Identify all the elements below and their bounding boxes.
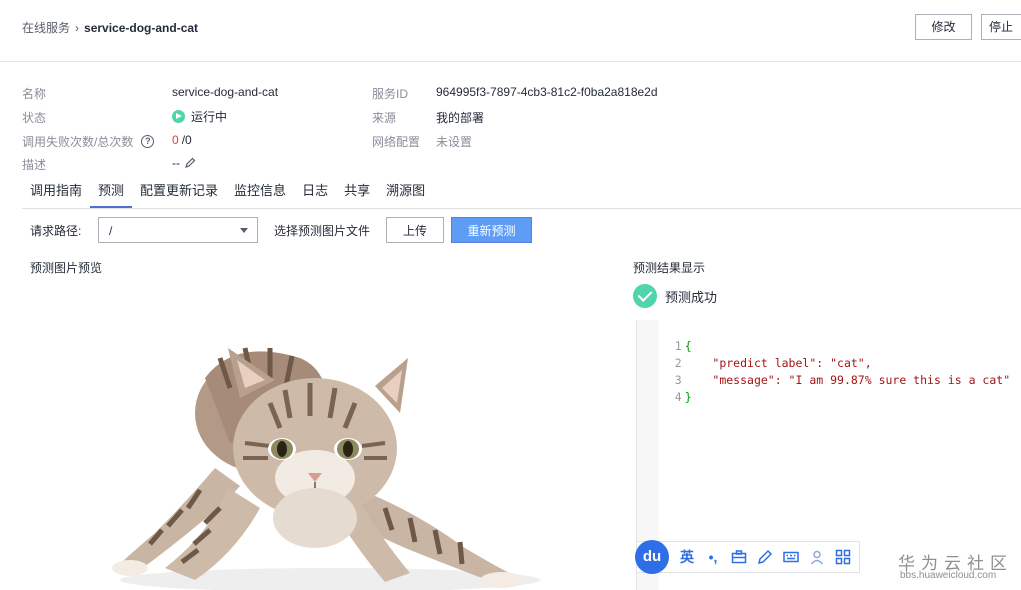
tab-call-guide[interactable]: 调用指南 (22, 177, 90, 208)
network-label: 网络配置 (372, 135, 421, 149)
calls-total-count: /0 (181, 133, 192, 147)
tab-config-history[interactable]: 配置更新记录 (132, 177, 226, 208)
breadcrumb-separator: › (75, 20, 80, 35)
request-path-label: 请求路径: (30, 224, 82, 238)
status-label: 状态 (22, 111, 47, 125)
upload-button[interactable]: 上传 (386, 217, 444, 243)
prediction-success: 预测成功 (633, 284, 717, 308)
tab-share[interactable]: 共享 (336, 177, 378, 208)
code-line: 4} (637, 372, 692, 404)
tab-lineage[interactable]: 溯源图 (378, 177, 433, 208)
status-value: 运行中 (172, 108, 227, 125)
code-line: 2 "predict label": "cat", (637, 338, 872, 370)
stop-button[interactable]: 停止 (981, 14, 1021, 40)
page-header: 在线服务 › service-dog-and-cat 修改 停止 (0, 0, 1021, 62)
request-path-select[interactable]: / (98, 217, 258, 243)
pen-icon[interactable] (757, 549, 773, 565)
code-line: 1{ (637, 321, 692, 353)
service-id-value: 964995f3-7897-4cb3-81c2-f0ba2a818e2d (436, 85, 658, 99)
tab-monitoring[interactable]: 监控信息 (226, 177, 294, 208)
calls-fail-count: 0 (172, 133, 179, 147)
chevron-down-icon (240, 228, 248, 233)
check-circle-icon (633, 284, 657, 308)
code-line-text: "message": "I am 99.87% sure this is a c… (684, 373, 1011, 387)
calls-label: 调用失败次数/总次数 ? (22, 133, 155, 150)
status-text: 运行中 (191, 110, 228, 124)
running-icon (172, 110, 185, 123)
calls-value: 0 /0 (172, 133, 192, 147)
name-value: service-dog-and-cat (172, 85, 279, 99)
ime-logo[interactable]: du (635, 540, 669, 574)
edit-icon[interactable] (184, 157, 196, 169)
code-line-text: } (684, 390, 692, 404)
ime-language-toggle[interactable]: 英 (679, 549, 695, 565)
keyboard-icon[interactable] (783, 549, 799, 565)
service-id-label: 服务ID (372, 87, 409, 101)
repredict-button[interactable]: 重新预测 (451, 217, 532, 243)
description-text: -- (172, 156, 180, 170)
toolbox-icon[interactable] (731, 549, 747, 565)
user-icon[interactable] (809, 549, 825, 565)
grid-menu-icon[interactable] (835, 549, 851, 565)
network-value: 未设置 (436, 135, 473, 149)
request-path-value: / (109, 224, 113, 238)
breadcrumb-current: service-dog-and-cat (84, 20, 199, 35)
ime-toolbar[interactable]: du 英 •, (635, 540, 860, 574)
ime-punctuation-toggle[interactable]: •, (705, 549, 721, 565)
tab-predict[interactable]: 预测 (90, 177, 133, 208)
tab-logs[interactable]: 日志 (294, 177, 336, 208)
breadcrumb-parent-link[interactable]: 在线服务 (22, 19, 70, 36)
select-file-label: 选择预测图片文件 (274, 224, 371, 238)
source-label: 来源 (372, 111, 397, 125)
watermark-url: bbs.huaweicloud.com (900, 570, 997, 581)
result-title: 预测结果显示 (633, 261, 706, 275)
line-number: 4 (674, 390, 682, 404)
code-line: 3 "message": "I am 99.87% sure this is a… (637, 355, 1010, 387)
breadcrumb: 在线服务 › service-dog-and-cat (22, 19, 198, 36)
source-value: 我的部署 (436, 111, 485, 125)
modify-button[interactable]: 修改 (915, 14, 972, 40)
tab-bar: 调用指南 预测 配置更新记录 监控信息 日志 共享 溯源图 (22, 177, 1021, 209)
success-text: 预测成功 (665, 289, 718, 305)
description-label: 描述 (22, 158, 47, 172)
help-icon[interactable]: ? (141, 135, 155, 148)
calls-label-text: 调用失败次数/总次数 (22, 135, 134, 149)
preview-title: 预测图片预览 (30, 261, 103, 275)
description-value: -- (172, 156, 196, 170)
kitten-image (112, 347, 540, 590)
name-label: 名称 (22, 87, 47, 101)
